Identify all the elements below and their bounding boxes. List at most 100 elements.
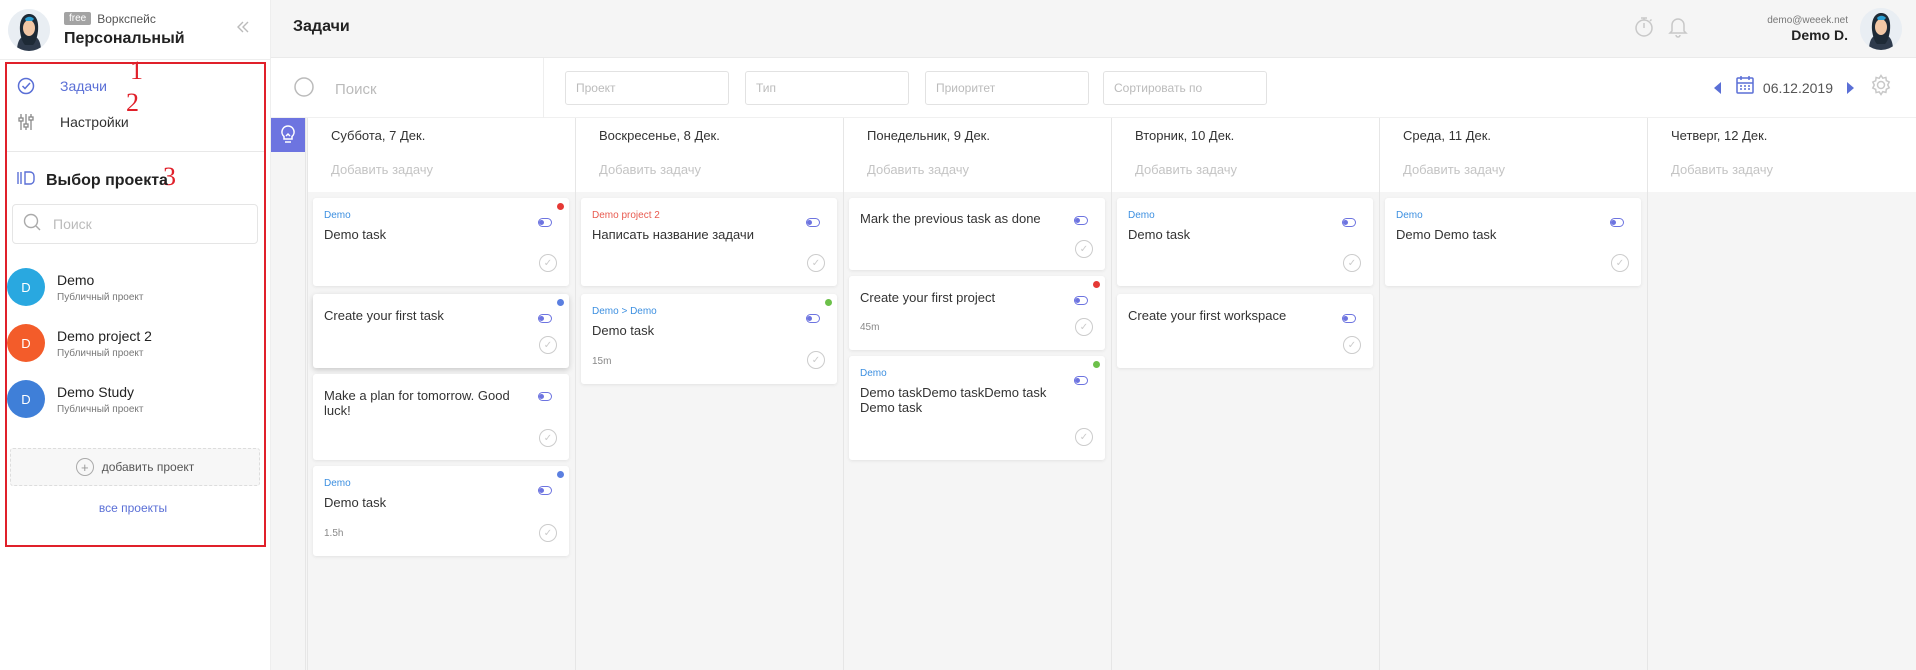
project-name: Demo <box>57 271 95 288</box>
task-card[interactable]: Demo project 2 Написать название задачи … <box>581 198 837 286</box>
task-project: Demo <box>1396 210 1423 221</box>
nav-item-settings[interactable]: Настройки <box>16 112 129 132</box>
user-avatar[interactable] <box>1860 8 1902 50</box>
workspace-switcher[interactable]: free Воркспейс Персональный <box>0 0 270 60</box>
nav-item-tasks[interactable]: Задачи <box>16 76 107 96</box>
day-column: Суббота, 7 Дек. Добавить задачу Demo Dem… <box>307 118 575 670</box>
toggle-icon[interactable] <box>806 314 820 323</box>
bell-icon[interactable] <box>1668 16 1688 43</box>
complete-check-icon[interactable]: ✓ <box>1075 428 1093 446</box>
task-card[interactable]: Make a plan for tomorrow. Good luck! ✓ <box>313 374 569 460</box>
project-name: Demo project 2 <box>57 327 152 344</box>
toggle-icon[interactable] <box>538 392 552 401</box>
complete-check-icon[interactable]: ✓ <box>807 254 825 272</box>
project-avatar: D <box>7 324 45 362</box>
add-project-button[interactable]: + добавить проект <box>10 448 260 486</box>
project-search-box[interactable] <box>12 204 258 244</box>
next-date-arrow-icon[interactable] <box>1847 81 1854 94</box>
toggle-icon[interactable] <box>1074 376 1088 385</box>
task-project-path: Demo > Demo <box>592 306 657 317</box>
collapse-sidebar-icon[interactable] <box>236 18 250 39</box>
workspace-meta: free Воркспейс Персональный <box>64 12 185 48</box>
project-select-title: Выбор проекта <box>16 170 168 191</box>
project-avatar: D <box>7 268 45 306</box>
prev-date-arrow-icon[interactable] <box>1713 81 1721 94</box>
toggle-icon[interactable] <box>1342 218 1356 227</box>
column-date: Среда, 11 Дек. <box>1403 128 1492 143</box>
task-card[interactable]: Demo Demo task 1.5h ✓ <box>313 466 569 556</box>
divider <box>7 151 264 152</box>
complete-check-icon[interactable]: ✓ <box>539 524 557 542</box>
toggle-icon[interactable] <box>1610 218 1624 227</box>
task-search-input[interactable] <box>335 81 485 98</box>
project-item-demo-study[interactable]: D Demo Study Публичный проект <box>7 380 143 418</box>
task-card[interactable]: Mark the previous task as done ✓ <box>849 198 1105 270</box>
priority-dot <box>557 299 564 306</box>
project-avatar: D <box>7 380 45 418</box>
task-search-box[interactable] <box>293 76 485 103</box>
task-title: Demo task <box>1128 227 1191 242</box>
complete-check-icon[interactable]: ✓ <box>1343 336 1361 354</box>
complete-check-icon[interactable]: ✓ <box>539 254 557 272</box>
user-email: demo@weeek.net <box>1767 15 1848 26</box>
complete-check-icon[interactable]: ✓ <box>1343 254 1361 272</box>
project-item-demo-project-2[interactable]: D Demo project 2 Публичный проект <box>7 324 152 362</box>
task-card[interactable]: Demo Demo Demo task ✓ <box>1385 198 1641 286</box>
complete-check-icon[interactable]: ✓ <box>1075 318 1093 336</box>
complete-check-icon[interactable]: ✓ <box>1611 254 1629 272</box>
gear-icon[interactable] <box>1870 74 1892 101</box>
priority-dot <box>557 471 564 478</box>
task-title: Demo taskDemo taskDemo task Demo task <box>860 385 1047 415</box>
lightbulb-icon[interactable] <box>271 118 305 152</box>
task-card[interactable]: Demo Demo task ✓ <box>313 198 569 286</box>
complete-check-icon[interactable]: ✓ <box>539 429 557 447</box>
timer-icon[interactable] <box>1633 16 1655 43</box>
time-estimate: 1.5h <box>324 528 344 539</box>
add-task-input[interactable]: Добавить задачу <box>599 162 701 177</box>
toggle-icon[interactable] <box>538 486 552 495</box>
calendar-icon[interactable] <box>1735 75 1755 100</box>
project-item-demo[interactable]: D Demo Публичный проект <box>7 268 143 306</box>
toggle-icon[interactable] <box>538 314 552 323</box>
add-task-input[interactable]: Добавить задачу <box>331 162 433 177</box>
toggle-icon[interactable] <box>1074 296 1088 305</box>
column-date: Суббота, 7 Дек. <box>331 128 426 143</box>
project-select-label: Выбор проекта <box>46 171 168 189</box>
task-card[interactable]: Demo Demo task ✓ <box>1117 198 1373 286</box>
plan-badge: free <box>64 12 92 25</box>
task-card[interactable]: Demo Demo taskDemo taskDemo task Demo ta… <box>849 356 1105 460</box>
priority-filter[interactable]: Приоритет <box>925 71 1089 105</box>
search-icon <box>23 213 41 236</box>
nav-label: Настройки <box>60 114 129 130</box>
task-card[interactable]: Create your first project 45m ✓ <box>849 276 1105 350</box>
priority-dot <box>825 299 832 306</box>
toggle-icon[interactable] <box>1074 216 1088 225</box>
project-filter[interactable]: Проект <box>565 71 729 105</box>
sidebar: free Воркспейс Персональный 1 2 3 Задачи <box>0 0 271 670</box>
add-task-input[interactable]: Добавить задачу <box>867 162 969 177</box>
day-column: Воскресенье, 8 Дек. Добавить задачу Demo… <box>575 118 843 670</box>
task-card[interactable]: Demo > Demo Demo task 15m ✓ <box>581 294 837 384</box>
toggle-icon[interactable] <box>538 218 552 227</box>
workspace-name: Персональный <box>64 29 185 47</box>
toggle-icon[interactable] <box>1342 314 1356 323</box>
add-task-input[interactable]: Добавить задачу <box>1135 162 1237 177</box>
toggle-icon[interactable] <box>806 218 820 227</box>
task-title: Create your first project <box>860 290 996 305</box>
workspace-avatar <box>8 8 50 51</box>
projects-icon <box>16 170 36 191</box>
add-task-input[interactable]: Добавить задачу <box>1671 162 1773 177</box>
sort-select[interactable]: Сортировать по <box>1103 71 1267 105</box>
type-filter[interactable]: Тип <box>745 71 909 105</box>
project-search-input[interactable] <box>53 216 233 232</box>
task-card[interactable]: Create your first workspace ✓ <box>1117 294 1373 368</box>
task-card[interactable]: Create your first task ✓ <box>313 294 569 368</box>
all-projects-link[interactable]: все проекты <box>0 501 266 515</box>
column-date: Понедельник, 9 Дек. <box>867 128 990 143</box>
complete-check-icon[interactable]: ✓ <box>807 351 825 369</box>
complete-check-icon[interactable]: ✓ <box>539 336 557 354</box>
workspace-label: Воркспейс <box>97 11 156 26</box>
add-task-input[interactable]: Добавить задачу <box>1403 162 1505 177</box>
priority-dot <box>1093 361 1100 368</box>
complete-check-icon[interactable]: ✓ <box>1075 240 1093 258</box>
